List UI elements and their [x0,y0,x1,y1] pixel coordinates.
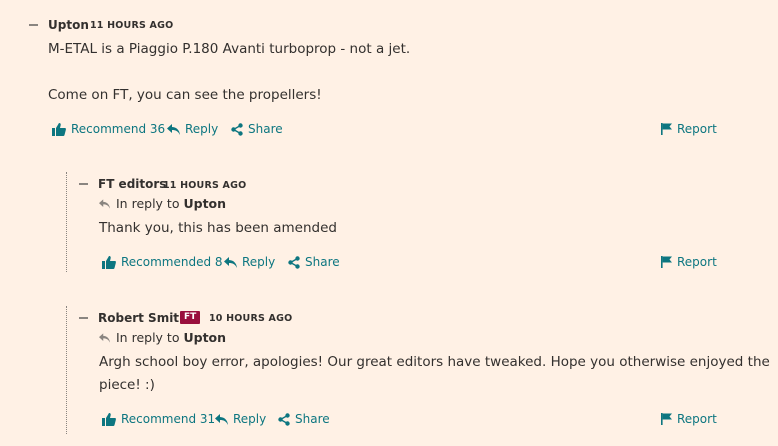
recommend-button[interactable]: Recommended 8 [102,255,223,269]
thread-line [66,172,67,272]
comment-body: Argh school boy error, apologies! Our gr… [99,351,770,397]
share-label: Share [248,122,283,136]
collapse-toggle[interactable] [79,317,88,319]
reply-button[interactable]: Reply [215,412,266,426]
recommend-button[interactable]: Recommend 36 [52,122,165,136]
comment-timestamp: 10 HOURS AGO [209,313,293,324]
share-button[interactable]: Share [231,122,283,136]
in-reply-to: In reply to Upton [99,196,226,211]
reply-button[interactable]: Reply [224,255,275,269]
reply-button[interactable]: Reply [167,122,218,136]
comment-body: Thank you, this has been amended [99,217,337,240]
collapse-toggle[interactable] [79,183,88,185]
report-button[interactable]: Report [661,255,717,269]
in-reply-to-label: In reply to [116,196,180,211]
comment-body-line: Come on FT, you can see the propellers! [48,87,322,103]
comment-author[interactable]: FT editors [98,177,166,191]
thumbs-up-icon [52,122,66,136]
report-label: Report [677,255,717,269]
share-icon [278,412,290,426]
reply-arrow-icon [167,123,180,135]
report-button[interactable]: Report [661,412,717,426]
share-label: Share [305,255,340,269]
comment-body-line: Thank you, this has been amended [99,220,337,236]
recommend-label: Recommend 36 [71,122,166,136]
recommend-button[interactable]: Recommend 31 [102,412,215,426]
share-icon [288,255,300,269]
recommend-label: Recommend 31 [121,412,216,426]
flag-icon [661,413,672,425]
share-icon [231,122,243,136]
reply-arrow-icon [99,332,110,343]
collapse-toggle[interactable] [29,24,38,26]
reply-arrow-icon [215,413,228,425]
ft-staff-badge: FT [180,311,201,324]
reply-label: Reply [185,122,219,136]
comment-body-line: piece! :) [99,377,155,393]
flag-icon [661,123,672,135]
share-button[interactable]: Share [288,255,340,269]
reply-arrow-icon [224,256,237,268]
comment-timestamp: 11 HOURS AGO [90,20,174,31]
thumbs-up-icon [102,255,116,269]
report-label: Report [677,412,717,426]
report-button[interactable]: Report [661,122,717,136]
in-reply-to-author[interactable]: Upton [183,196,226,211]
comment-body: M-ETAL is a Piaggio P.180 Avanti turbopr… [48,38,410,107]
comment-timestamp: 11 HOURS AGO [163,180,247,191]
reply-label: Reply [242,255,276,269]
in-reply-to-author[interactable]: Upton [183,330,226,345]
reply-label: Reply [233,412,267,426]
in-reply-to: In reply to Upton [99,330,226,345]
reply-arrow-icon [99,198,110,209]
share-label: Share [295,412,330,426]
comment-body-line: M-ETAL is a Piaggio P.180 Avanti turbopr… [48,41,411,57]
thread-line [66,306,67,434]
comment-body-line: Argh school boy error, apologies! Our gr… [99,354,770,370]
in-reply-to-label: In reply to [116,330,180,345]
share-button[interactable]: Share [278,412,330,426]
thumbs-up-icon [102,412,116,426]
comment-author[interactable]: Upton [48,18,89,32]
flag-icon [661,256,672,268]
report-label: Report [677,122,717,136]
comment-author[interactable]: Robert Smith [98,311,188,325]
recommend-label: Recommended 8 [121,255,223,269]
